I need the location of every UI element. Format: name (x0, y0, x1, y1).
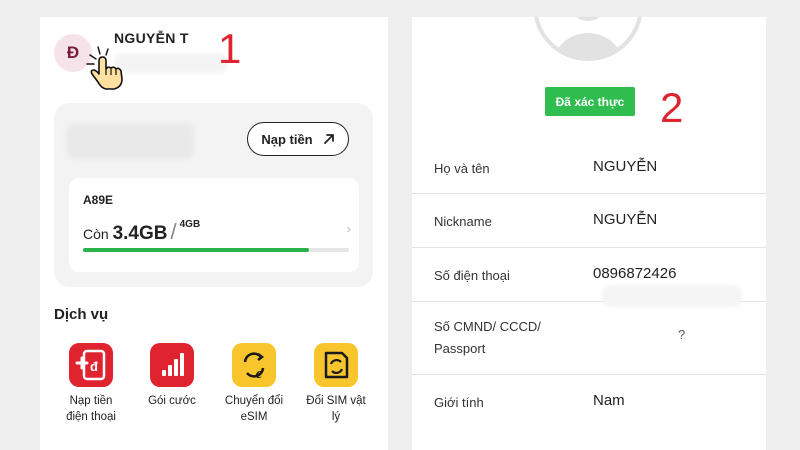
info-value: ? (678, 327, 686, 342)
info-row-id-number: Số CMND/ CCCD/ Passport ? (412, 302, 766, 375)
service-label: Gói cước (148, 395, 196, 407)
remaining-value: 3.4GB (112, 223, 168, 244)
blurred-balance (66, 123, 194, 159)
avatar-head-shape (569, 17, 607, 21)
info-value: Nam (593, 392, 625, 409)
services-title: Dịch vụ (54, 306, 109, 323)
total-data: 4GB (179, 219, 201, 230)
service-esim-convert[interactable]: e Chuyển đổi eSIM (214, 343, 294, 425)
arrow-up-right-icon (323, 134, 334, 144)
remaining-prefix: Còn (83, 226, 109, 242)
pointing-hand-icon (86, 46, 123, 90)
topup-phone-icon: đ (69, 343, 113, 387)
data-progress-bar (83, 248, 349, 252)
balance-card: Nạp tiền A89E Còn 3.4GB/4GB › (54, 103, 373, 287)
info-label: Số điện thoại (434, 268, 510, 283)
sim-code: A89E (83, 193, 114, 207)
service-label: Chuyển đổi eSIM (224, 395, 284, 423)
data-usage-card[interactable]: A89E Còn 3.4GB/4GB › (69, 178, 359, 272)
esim-convert-icon: e (232, 343, 276, 387)
slash-divider: / (170, 219, 177, 244)
user-name: NGUYỄN T (114, 30, 189, 46)
info-row-fullname: Họ và tên NGUYỄN (412, 142, 766, 194)
profile-avatar[interactable] (533, 17, 643, 61)
service-label: Nạp tiền điện thoại (66, 395, 116, 423)
remaining-data: Còn 3.4GB/4GB (83, 219, 200, 245)
info-label: Số CMND/ CCCD/ Passport (434, 319, 541, 356)
svg-text:e: e (256, 366, 263, 382)
svg-text:đ: đ (90, 359, 98, 374)
info-value: NGUYỄN (593, 158, 658, 175)
avatar-body-shape (551, 33, 625, 57)
chevron-right-icon: › (346, 221, 351, 236)
info-value: 0896872426 (593, 265, 677, 282)
info-label: Giới tính (434, 395, 484, 410)
info-row-nickname: Nickname NGUYỄN (412, 194, 766, 248)
service-sim-swap[interactable]: Đổi SIM vật lý (296, 343, 376, 425)
topup-label: Nạp tiền (261, 131, 313, 147)
signal-bars-icon (150, 343, 194, 387)
service-topup-phone[interactable]: đ Nạp tiền điện thoại (51, 343, 131, 425)
home-panel: Đ NGUYỄN T 1 Nạp tiền A89E Còn 3.4GB/4GB (40, 17, 388, 450)
profile-panel: Đã xác thực 2 Họ và tên NGUYỄN Nickname … (412, 17, 766, 450)
data-progress-fill (83, 248, 310, 252)
service-label: Đổi SIM vật lý (306, 395, 366, 423)
step-number-2: 2 (660, 84, 684, 131)
sim-swap-icon (314, 343, 358, 387)
verified-badge: Đã xác thực (545, 87, 635, 116)
info-label: Nickname (434, 214, 492, 229)
info-label: Họ và tên (434, 161, 490, 176)
info-value: NGUYỄN (593, 211, 658, 228)
info-row-gender: Giới tính Nam (412, 375, 766, 450)
service-plans[interactable]: Gói cước (132, 343, 212, 409)
step-number-1: 1 (218, 25, 242, 72)
topup-button[interactable]: Nạp tiền (247, 122, 349, 156)
